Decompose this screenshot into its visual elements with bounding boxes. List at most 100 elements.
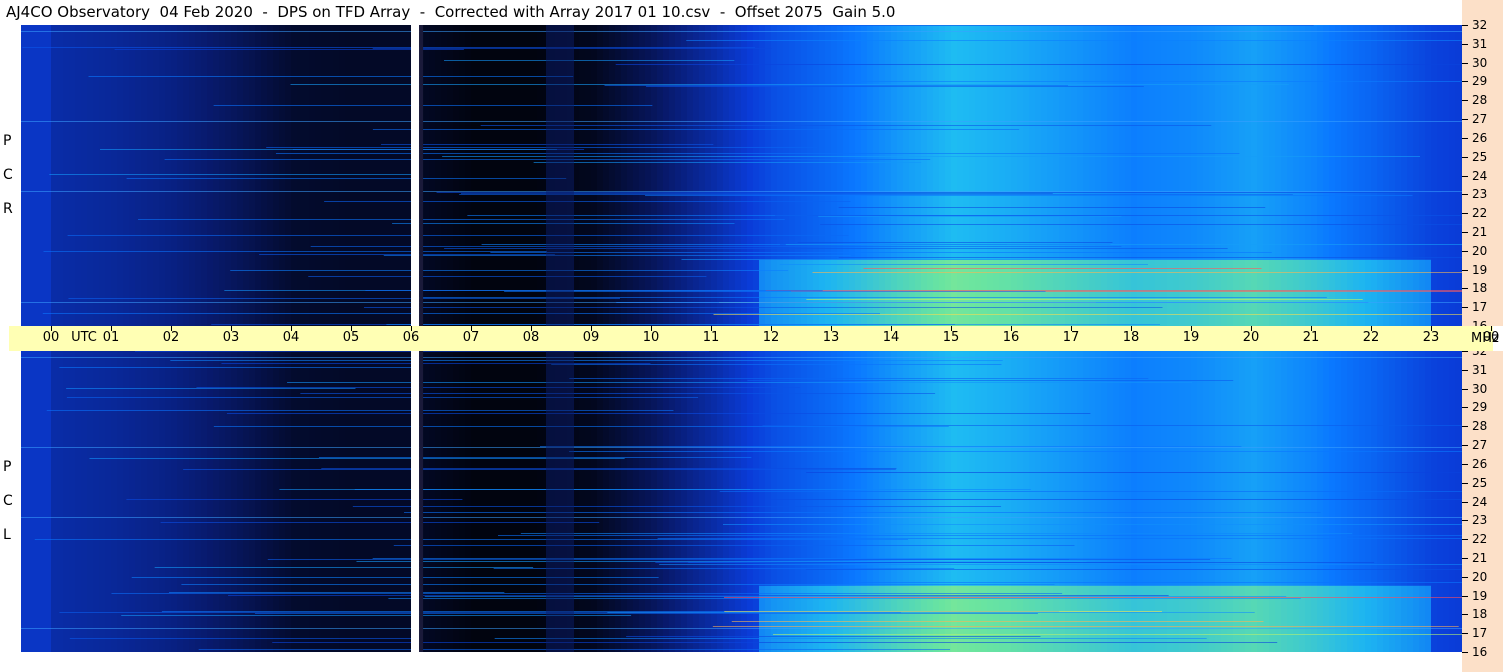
rcp-rfi-line xyxy=(68,298,620,299)
rcp-rfi-line xyxy=(858,81,1462,82)
lcp-time-column xyxy=(249,351,255,652)
utc-tick-label: 10 xyxy=(642,330,660,345)
mhz-tick-label: 32 xyxy=(1472,18,1488,32)
rcp-dark-band xyxy=(546,25,574,326)
lcp-time-column xyxy=(345,351,351,652)
rcp-time-column xyxy=(495,25,501,326)
rcp-time-column xyxy=(513,25,519,326)
rcp-low-band xyxy=(759,259,765,326)
rcp-low-band xyxy=(885,259,891,326)
lcp-rfi-line xyxy=(59,367,415,368)
lcp-time-column xyxy=(129,351,135,652)
polarization-label-bot-3: L xyxy=(3,527,11,543)
rcp-low-band xyxy=(1215,259,1221,326)
rcp-time-column xyxy=(657,25,663,326)
rcp-low-band xyxy=(1371,259,1377,326)
rcp-time-column xyxy=(255,25,261,326)
rcp-low-band xyxy=(861,259,867,326)
mhz-tick-label: 19 xyxy=(1472,588,1488,603)
mhz-tick-label: 30 xyxy=(1472,381,1488,396)
lcp-time-column xyxy=(1437,351,1443,652)
rcp-time-column xyxy=(711,25,717,326)
mhz-tick-mark xyxy=(1462,407,1468,409)
rcp-low-band xyxy=(1227,259,1233,326)
mhz-tick-label: 22 xyxy=(1472,532,1488,547)
lcp-time-column xyxy=(477,351,483,652)
rcp-time-column xyxy=(135,25,141,326)
lcp-time-column xyxy=(87,351,93,652)
rcp-time-column xyxy=(531,25,537,326)
rcp-time-column xyxy=(75,25,81,326)
rcp-low-band xyxy=(1101,259,1107,326)
lcp-rfi-line xyxy=(569,378,1149,379)
rcp-rfi-line xyxy=(713,314,1462,315)
rcp-time-column xyxy=(303,25,309,326)
mhz-tick-mark xyxy=(1462,231,1468,233)
utc-tick-label: 21 xyxy=(1302,330,1320,345)
mhz-tick-label: 17 xyxy=(1472,626,1488,641)
rcp-time-column xyxy=(447,25,453,326)
rcp-time-column xyxy=(141,25,147,326)
rcp-time-column xyxy=(609,25,615,326)
rcp-rfi-line xyxy=(290,84,1289,85)
lcp-time-column xyxy=(201,351,207,652)
mhz-tick-mark xyxy=(1462,426,1468,428)
rcp-low-band xyxy=(1305,259,1311,326)
rcp-low-band xyxy=(1323,259,1329,326)
lcp-rfi-line xyxy=(806,472,1462,473)
rcp-time-column xyxy=(465,25,471,326)
lcp-rfi-line xyxy=(659,564,1462,565)
rcp-rfi-line xyxy=(681,259,1285,260)
rcp-time-column xyxy=(33,25,39,326)
lcp-time-column xyxy=(315,351,321,652)
lcp-time-column xyxy=(699,351,705,652)
mhz-tick-mark xyxy=(1462,369,1468,371)
rcp-low-band xyxy=(951,259,957,326)
rcp-time-column xyxy=(57,25,63,326)
lcp-time-column xyxy=(369,351,375,652)
lcp-time-column xyxy=(645,351,651,652)
rcp-time-column xyxy=(111,25,117,326)
lcp-time-column xyxy=(651,351,657,652)
rcp-low-band xyxy=(1203,259,1209,326)
rcp-time-column xyxy=(123,25,129,326)
lcp-rfi-line xyxy=(321,468,897,469)
rcp-time-column xyxy=(477,25,483,326)
lcp-rfi-line xyxy=(772,634,1462,635)
lcp-rfi-line xyxy=(569,451,1462,452)
lcp-low-band xyxy=(1293,585,1299,652)
mhz-tick-label: 16 xyxy=(1472,645,1488,659)
rcp-low-band xyxy=(1221,259,1227,326)
lcp-time-column xyxy=(327,351,333,652)
rcp-time-column xyxy=(213,25,219,326)
lcp-rfi-line xyxy=(551,364,1002,365)
rcp-low-band xyxy=(1413,259,1419,326)
lcp-time-column xyxy=(663,351,669,652)
mhz-tick-mark xyxy=(1462,25,1468,26)
rcp-rfi-line xyxy=(67,235,849,236)
lcp-time-column xyxy=(255,351,261,652)
rcp-time-column xyxy=(345,25,351,326)
lcp-time-column xyxy=(45,351,51,652)
rcp-time-column xyxy=(741,25,747,326)
rcp-rfi-line xyxy=(386,324,1161,325)
rcp-steady-line xyxy=(21,191,1462,192)
rcp-low-band xyxy=(1125,259,1131,326)
mhz-tick-mark xyxy=(1462,175,1468,177)
rcp-time-column xyxy=(525,25,531,326)
utc-tick-label: 06 xyxy=(402,330,420,345)
lcp-rfi-line xyxy=(372,558,1232,559)
lcp-rfi-line xyxy=(183,469,896,470)
utc-tick-label: 20 xyxy=(1242,330,1260,345)
rcp-low-band xyxy=(867,259,873,326)
mhz-tick-mark xyxy=(1462,445,1468,447)
rcp-time-column xyxy=(405,25,411,326)
mhz-tick-label: 31 xyxy=(1472,36,1488,51)
lcp-time-column xyxy=(441,351,447,652)
rcp-time-column xyxy=(129,25,135,326)
mhz-tick-label: 23 xyxy=(1472,187,1488,202)
rcp-low-band xyxy=(1407,259,1413,326)
lcp-steady-line xyxy=(21,447,1462,448)
lcp-rfi-line xyxy=(160,522,600,523)
polarization-label-top-3: R xyxy=(3,201,13,217)
